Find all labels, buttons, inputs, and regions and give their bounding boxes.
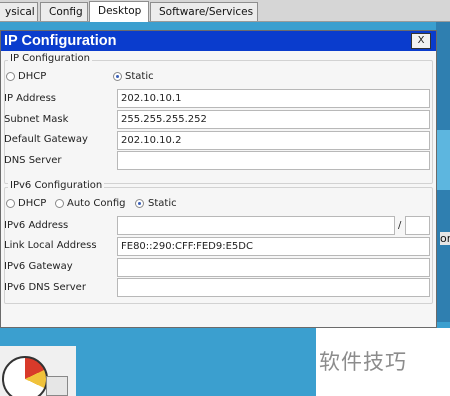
tab-desktop[interactable]: Desktop	[89, 1, 149, 22]
ipv6-prefix-length-field[interactable]	[405, 216, 430, 235]
ipv4-dhcp-label: DHCP	[18, 71, 47, 82]
ipv6-dns-server-field[interactable]	[117, 278, 430, 297]
subnet-mask-label: Subnet Mask	[4, 114, 69, 125]
tab-physical[interactable]: ysical	[0, 2, 38, 21]
ipv6-dhcp-label: DHCP	[18, 198, 47, 209]
ipv4-group-title: IP Configuration	[8, 53, 92, 64]
dns-server-label: DNS Server	[4, 155, 62, 166]
watermark-text: 软件技巧	[319, 350, 407, 374]
ipv6-prefix-separator: /	[398, 220, 402, 231]
ipv6-auto-config-radio[interactable]	[55, 199, 64, 208]
ipv6-static-radio[interactable]	[135, 199, 144, 208]
dns-server-field[interactable]	[117, 151, 430, 170]
default-gateway-field[interactable]: 202.10.10.2	[117, 131, 430, 150]
subnet-mask-field[interactable]: 255.255.255.252	[117, 110, 430, 129]
ipv6-dns-server-label: IPv6 DNS Server	[4, 282, 86, 293]
tab-config[interactable]: Config	[40, 2, 88, 21]
ipv6-dhcp-radio[interactable]	[6, 199, 15, 208]
ip-configuration-window: IP Configuration X IP Configuration DHCP…	[0, 30, 437, 328]
ipv4-static-label: Static	[125, 71, 154, 82]
window-titlebar: IP Configuration X	[1, 31, 436, 51]
ip-address-label: IP Address	[4, 93, 56, 104]
ipv6-address-label: IPv6 Address	[4, 220, 69, 231]
tab-software-services[interactable]: Software/Services	[150, 2, 258, 21]
close-button[interactable]: X	[411, 33, 431, 49]
ipv6-gateway-label: IPv6 Gateway	[4, 261, 73, 272]
watermark: 软件技巧	[316, 328, 450, 396]
default-gateway-label: Default Gateway	[4, 134, 88, 145]
monitor-icon	[46, 376, 68, 396]
window-title: IP Configuration	[4, 33, 117, 49]
ipv4-dhcp-radio[interactable]	[6, 72, 15, 81]
link-local-address-label: Link Local Address	[4, 240, 97, 251]
desktop-app-icon[interactable]	[0, 346, 76, 396]
desktop-side-panel-highlight	[436, 130, 450, 190]
ipv6-static-label: Static	[148, 198, 177, 209]
ipv4-static-radio[interactable]	[113, 72, 122, 81]
ipv6-group-title: IPv6 Configuration	[8, 180, 105, 191]
ipv6-address-field[interactable]	[117, 216, 395, 235]
pie-chart-icon	[2, 356, 48, 396]
ipv6-auto-config-label: Auto Config	[67, 198, 126, 209]
ip-address-field[interactable]: 202.10.10.1	[117, 89, 430, 108]
tab-strip: ysical Config Desktop Software/Services	[0, 0, 450, 22]
side-text-fragment: or	[440, 232, 450, 245]
ipv6-gateway-field[interactable]	[117, 258, 430, 277]
link-local-address-field[interactable]: FE80::290:CFF:FED9:E5DC	[117, 237, 430, 256]
